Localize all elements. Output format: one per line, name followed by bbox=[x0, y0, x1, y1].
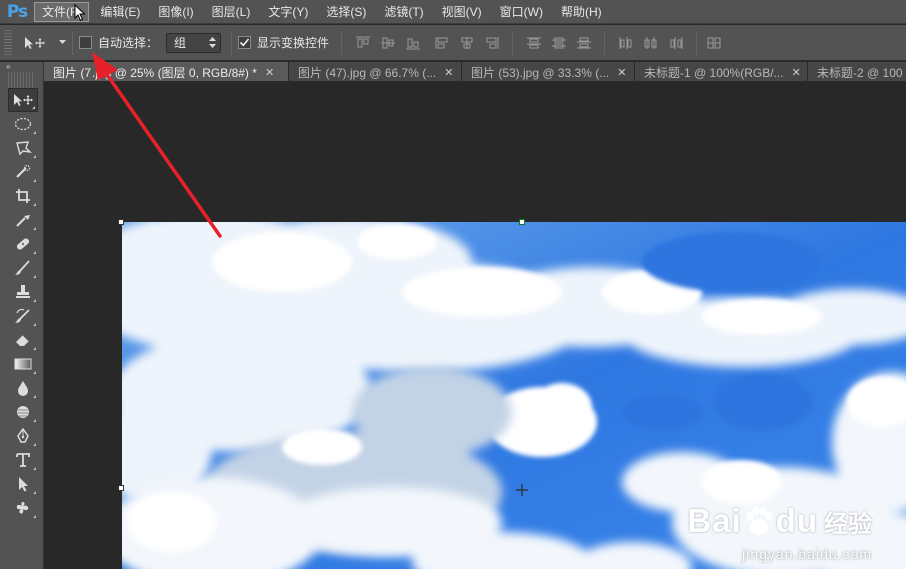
annotation-arrow-icon bbox=[92, 52, 222, 238]
